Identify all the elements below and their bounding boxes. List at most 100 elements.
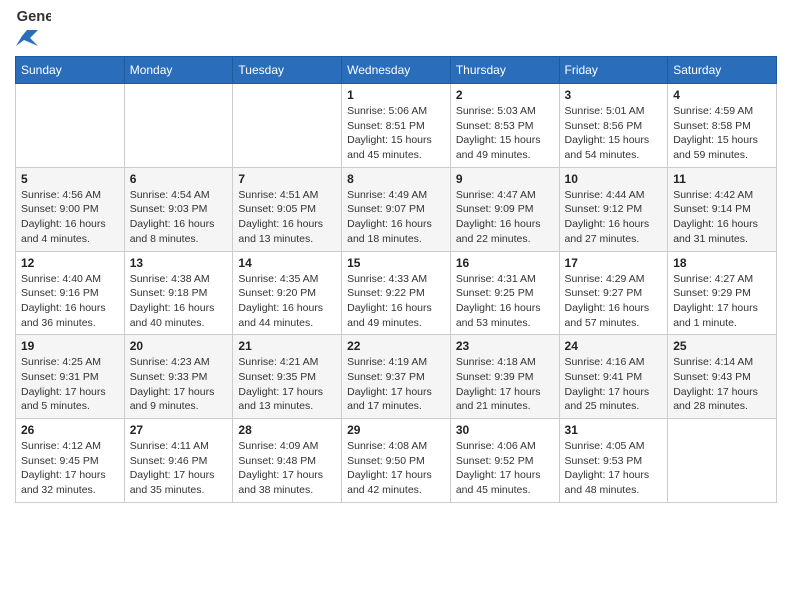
calendar-cell bbox=[233, 84, 342, 168]
day-info: Sunrise: 5:06 AMSunset: 8:51 PMDaylight:… bbox=[347, 104, 445, 163]
day-info: Sunrise: 4:08 AMSunset: 9:50 PMDaylight:… bbox=[347, 439, 445, 498]
day-number: 26 bbox=[21, 423, 119, 437]
calendar-header-row: SundayMondayTuesdayWednesdayThursdayFrid… bbox=[16, 57, 777, 84]
day-info: Sunrise: 4:47 AMSunset: 9:09 PMDaylight:… bbox=[456, 188, 554, 247]
calendar-cell: 29 Sunrise: 4:08 AMSunset: 9:50 PMDayligh… bbox=[342, 419, 451, 503]
day-info: Sunrise: 4:09 AMSunset: 9:48 PMDaylight:… bbox=[238, 439, 336, 498]
calendar-cell: 21 Sunrise: 4:21 AMSunset: 9:35 PMDayligh… bbox=[233, 335, 342, 419]
day-info: Sunrise: 4:14 AMSunset: 9:43 PMDaylight:… bbox=[673, 355, 771, 414]
day-number: 9 bbox=[456, 172, 554, 186]
day-number: 17 bbox=[565, 256, 663, 270]
calendar-cell: 23 Sunrise: 4:18 AMSunset: 9:39 PMDayligh… bbox=[450, 335, 559, 419]
calendar-week-row: 19 Sunrise: 4:25 AMSunset: 9:31 PMDayligh… bbox=[16, 335, 777, 419]
calendar-week-row: 1 Sunrise: 5:06 AMSunset: 8:51 PMDaylight… bbox=[16, 84, 777, 168]
calendar-cell: 15 Sunrise: 4:33 AMSunset: 9:22 PMDayligh… bbox=[342, 251, 451, 335]
calendar-cell: 2 Sunrise: 5:03 AMSunset: 8:53 PMDaylight… bbox=[450, 84, 559, 168]
day-info: Sunrise: 4:29 AMSunset: 9:27 PMDaylight:… bbox=[565, 272, 663, 331]
col-header-wednesday: Wednesday bbox=[342, 57, 451, 84]
day-info: Sunrise: 4:35 AMSunset: 9:20 PMDaylight:… bbox=[238, 272, 336, 331]
col-header-thursday: Thursday bbox=[450, 57, 559, 84]
calendar-cell: 5Sunrise: 4:56 AMSunset: 9:00 PMDaylight… bbox=[16, 167, 125, 251]
day-info: Sunrise: 4:51 AMSunset: 9:05 PMDaylight:… bbox=[238, 188, 336, 247]
day-info: Sunrise: 4:19 AMSunset: 9:37 PMDaylight:… bbox=[347, 355, 445, 414]
day-info: Sunrise: 4:42 AMSunset: 9:14 PMDaylight:… bbox=[673, 188, 771, 247]
day-number: 19 bbox=[21, 339, 119, 353]
calendar-cell: 4 Sunrise: 4:59 AMSunset: 8:58 PMDaylight… bbox=[668, 84, 777, 168]
calendar-cell: 11 Sunrise: 4:42 AMSunset: 9:14 PMDayligh… bbox=[668, 167, 777, 251]
day-info: Sunrise: 5:03 AMSunset: 8:53 PMDaylight:… bbox=[456, 104, 554, 163]
day-info: Sunrise: 4:59 AMSunset: 8:58 PMDaylight:… bbox=[673, 104, 771, 163]
day-number: 11 bbox=[673, 172, 771, 186]
calendar-week-row: 5Sunrise: 4:56 AMSunset: 9:00 PMDaylight… bbox=[16, 167, 777, 251]
calendar-week-row: 26 Sunrise: 4:12 AMSunset: 9:45 PMDayligh… bbox=[16, 419, 777, 503]
calendar-cell: 14 Sunrise: 4:35 AMSunset: 9:20 PMDayligh… bbox=[233, 251, 342, 335]
day-info: Sunrise: 4:33 AMSunset: 9:22 PMDaylight:… bbox=[347, 272, 445, 331]
calendar-cell bbox=[668, 419, 777, 503]
day-number: 6 bbox=[130, 172, 228, 186]
day-info: Sunrise: 4:25 AMSunset: 9:31 PMDaylight:… bbox=[21, 355, 119, 414]
calendar-cell: 30 Sunrise: 4:06 AMSunset: 9:52 PMDayligh… bbox=[450, 419, 559, 503]
calendar-cell: 27Sunrise: 4:11 AMSunset: 9:46 PMDayligh… bbox=[124, 419, 233, 503]
calendar-cell: 3 Sunrise: 5:01 AMSunset: 8:56 PMDaylight… bbox=[559, 84, 668, 168]
day-info: Sunrise: 4:40 AMSunset: 9:16 PMDaylight:… bbox=[21, 272, 119, 331]
calendar-cell: 22 Sunrise: 4:19 AMSunset: 9:37 PMDayligh… bbox=[342, 335, 451, 419]
day-number: 29 bbox=[347, 423, 445, 437]
day-info: Sunrise: 4:44 AMSunset: 9:12 PMDaylight:… bbox=[565, 188, 663, 247]
calendar-cell: 18 Sunrise: 4:27 AMSunset: 9:29 PMDayligh… bbox=[668, 251, 777, 335]
day-number: 21 bbox=[238, 339, 336, 353]
calendar-cell: 19 Sunrise: 4:25 AMSunset: 9:31 PMDayligh… bbox=[16, 335, 125, 419]
calendar-cell: 9 Sunrise: 4:47 AMSunset: 9:09 PMDaylight… bbox=[450, 167, 559, 251]
day-info: Sunrise: 4:21 AMSunset: 9:35 PMDaylight:… bbox=[238, 355, 336, 414]
day-info: Sunrise: 4:54 AMSunset: 9:03 PMDaylight:… bbox=[130, 188, 228, 247]
day-number: 4 bbox=[673, 88, 771, 102]
logo: General bbox=[15, 10, 51, 48]
day-number: 22 bbox=[347, 339, 445, 353]
day-number: 12 bbox=[21, 256, 119, 270]
day-number: 25 bbox=[673, 339, 771, 353]
calendar-cell: 26 Sunrise: 4:12 AMSunset: 9:45 PMDayligh… bbox=[16, 419, 125, 503]
day-info: Sunrise: 4:05 AMSunset: 9:53 PMDaylight:… bbox=[565, 439, 663, 498]
col-header-friday: Friday bbox=[559, 57, 668, 84]
day-number: 3 bbox=[565, 88, 663, 102]
day-info: Sunrise: 4:06 AMSunset: 9:52 PMDaylight:… bbox=[456, 439, 554, 498]
logo-bird-icon bbox=[16, 26, 38, 48]
day-info: Sunrise: 4:31 AMSunset: 9:25 PMDaylight:… bbox=[456, 272, 554, 331]
day-number: 7 bbox=[238, 172, 336, 186]
day-info: Sunrise: 4:12 AMSunset: 9:45 PMDaylight:… bbox=[21, 439, 119, 498]
calendar-cell: 10 Sunrise: 4:44 AMSunset: 9:12 PMDayligh… bbox=[559, 167, 668, 251]
day-number: 23 bbox=[456, 339, 554, 353]
day-number: 8 bbox=[347, 172, 445, 186]
day-number: 1 bbox=[347, 88, 445, 102]
day-info: Sunrise: 4:38 AMSunset: 9:18 PMDaylight:… bbox=[130, 272, 228, 331]
calendar-cell: 28 Sunrise: 4:09 AMSunset: 9:48 PMDayligh… bbox=[233, 419, 342, 503]
calendar-table: SundayMondayTuesdayWednesdayThursdayFrid… bbox=[15, 56, 777, 503]
calendar-cell: 31Sunrise: 4:05 AMSunset: 9:53 PMDayligh… bbox=[559, 419, 668, 503]
calendar-cell: 8Sunrise: 4:49 AMSunset: 9:07 PMDaylight… bbox=[342, 167, 451, 251]
day-info: Sunrise: 5:01 AMSunset: 8:56 PMDaylight:… bbox=[565, 104, 663, 163]
col-header-sunday: Sunday bbox=[16, 57, 125, 84]
calendar-cell bbox=[124, 84, 233, 168]
calendar-cell: 20Sunrise: 4:23 AMSunset: 9:33 PMDayligh… bbox=[124, 335, 233, 419]
day-number: 10 bbox=[565, 172, 663, 186]
calendar-week-row: 12 Sunrise: 4:40 AMSunset: 9:16 PMDayligh… bbox=[16, 251, 777, 335]
day-info: Sunrise: 4:18 AMSunset: 9:39 PMDaylight:… bbox=[456, 355, 554, 414]
day-number: 2 bbox=[456, 88, 554, 102]
day-number: 18 bbox=[673, 256, 771, 270]
calendar-cell: 16Sunrise: 4:31 AMSunset: 9:25 PMDayligh… bbox=[450, 251, 559, 335]
calendar-cell: 1 Sunrise: 5:06 AMSunset: 8:51 PMDaylight… bbox=[342, 84, 451, 168]
calendar-cell: 12 Sunrise: 4:40 AMSunset: 9:16 PMDayligh… bbox=[16, 251, 125, 335]
day-number: 28 bbox=[238, 423, 336, 437]
day-info: Sunrise: 4:11 AMSunset: 9:46 PMDaylight:… bbox=[130, 439, 228, 498]
day-number: 30 bbox=[456, 423, 554, 437]
day-info: Sunrise: 4:27 AMSunset: 9:29 PMDaylight:… bbox=[673, 272, 771, 331]
day-number: 14 bbox=[238, 256, 336, 270]
day-number: 13 bbox=[130, 256, 228, 270]
calendar-cell: 7 Sunrise: 4:51 AMSunset: 9:05 PMDaylight… bbox=[233, 167, 342, 251]
day-number: 15 bbox=[347, 256, 445, 270]
calendar-cell: 17 Sunrise: 4:29 AMSunset: 9:27 PMDayligh… bbox=[559, 251, 668, 335]
calendar-cell: 13 Sunrise: 4:38 AMSunset: 9:18 PMDayligh… bbox=[124, 251, 233, 335]
day-info: Sunrise: 4:56 AMSunset: 9:00 PMDaylight:… bbox=[21, 188, 119, 247]
day-info: Sunrise: 4:23 AMSunset: 9:33 PMDaylight:… bbox=[130, 355, 228, 414]
col-header-monday: Monday bbox=[124, 57, 233, 84]
col-header-tuesday: Tuesday bbox=[233, 57, 342, 84]
